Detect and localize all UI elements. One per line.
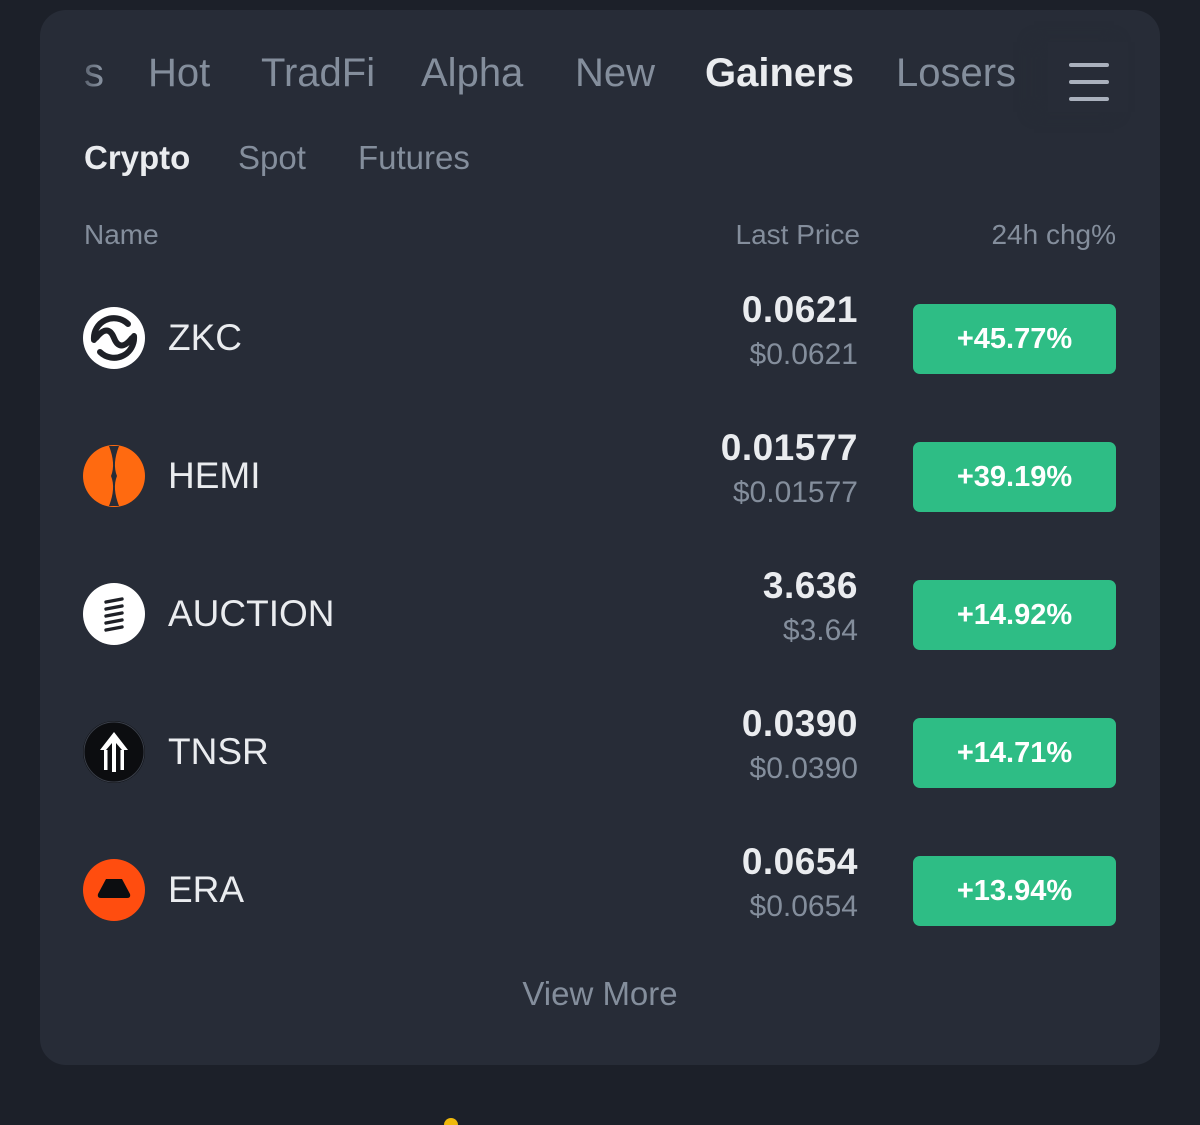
table-row[interactable]: HEMI 0.01577 $0.01577 +39.19% xyxy=(40,408,1160,546)
tab-tradfi[interactable]: TradFi xyxy=(261,48,375,98)
partial-yellow-element xyxy=(444,1118,458,1125)
last-price: 0.0390 xyxy=(741,703,858,744)
tab-gainers[interactable]: Gainers xyxy=(705,48,854,98)
tab-hot[interactable]: Hot xyxy=(148,48,210,98)
table-row[interactable]: ERA 0.0654 $0.0654 +13.94% xyxy=(40,822,1160,960)
last-price: 0.01577 xyxy=(720,427,858,468)
last-price: 0.0654 xyxy=(741,841,858,882)
column-header-change[interactable]: 24h chg% xyxy=(991,218,1116,252)
last-price: 3.636 xyxy=(762,565,858,606)
coin-symbol: TNSR xyxy=(168,731,269,772)
zkc-logo-icon xyxy=(82,306,146,370)
last-price-usd: $0.0390 xyxy=(749,752,858,785)
tab-new[interactable]: New xyxy=(575,48,655,98)
table-row[interactable]: ZKC 0.0621 $0.0621 +45.77% xyxy=(40,270,1160,408)
column-header-name: Name xyxy=(84,219,159,250)
auction-logo-icon xyxy=(82,582,146,646)
change-badge[interactable]: +45.77% xyxy=(913,304,1116,374)
market-tabs: s Hot TradFi Alpha New Gainers Losers xyxy=(40,10,1160,135)
market-card: s Hot TradFi Alpha New Gainers Losers Cr… xyxy=(40,10,1160,1065)
tab-partial[interactable]: s xyxy=(84,48,104,98)
tnsr-logo-icon xyxy=(82,720,146,784)
column-header-last-price[interactable]: Last Price xyxy=(736,218,861,252)
change-badge[interactable]: +13.94% xyxy=(913,856,1116,926)
coin-symbol: ZKC xyxy=(168,317,242,358)
coin-symbol: AUCTION xyxy=(168,593,335,634)
last-price-usd: $3.64 xyxy=(782,614,858,647)
view-more-link[interactable]: View More xyxy=(40,974,1160,1014)
change-badge[interactable]: +14.71% xyxy=(913,718,1116,788)
coin-symbol: HEMI xyxy=(168,455,261,496)
subtab-futures[interactable]: Futures xyxy=(358,138,470,178)
tab-alpha[interactable]: Alpha xyxy=(421,48,523,98)
subtab-spot[interactable]: Spot xyxy=(238,138,306,178)
table-row[interactable]: AUCTION 3.636 $3.64 +14.92% xyxy=(40,546,1160,684)
coin-symbol: ERA xyxy=(168,869,245,910)
last-price-usd: $0.0621 xyxy=(749,338,858,371)
last-price: 0.0621 xyxy=(741,289,858,330)
last-price-usd: $0.0654 xyxy=(749,890,858,923)
hemi-logo-icon xyxy=(82,444,146,508)
table-row[interactable]: TNSR 0.0390 $0.0390 +14.71% xyxy=(40,684,1160,822)
change-badge[interactable]: +39.19% xyxy=(913,442,1116,512)
subtab-crypto[interactable]: Crypto xyxy=(84,138,190,178)
change-badge[interactable]: +14.92% xyxy=(913,580,1116,650)
era-logo-icon xyxy=(82,858,146,922)
last-price-usd: $0.01577 xyxy=(732,476,858,509)
hamburger-menu-icon[interactable] xyxy=(1048,42,1128,112)
tab-losers[interactable]: Losers xyxy=(896,48,1016,98)
